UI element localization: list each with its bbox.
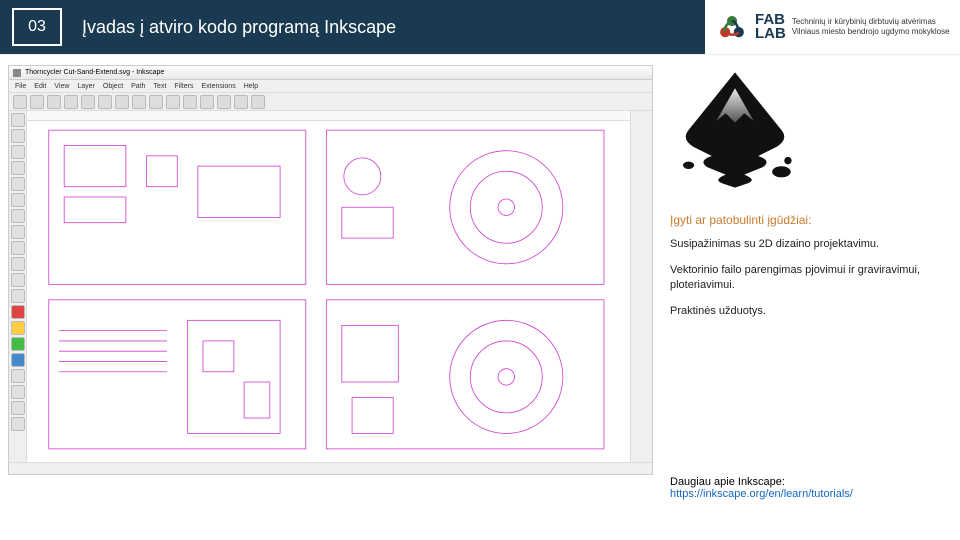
tool-icon — [11, 289, 25, 303]
menu-item: View — [54, 83, 69, 90]
toolbar-button — [64, 95, 78, 109]
tool-icon — [11, 337, 25, 351]
window-titlebar: Thorncycler Cut-Sand-Extend.svg - Inksca… — [9, 66, 652, 80]
menu-item: Layer — [77, 83, 95, 90]
screenshot-panel: Thorncycler Cut-Sand-Extend.svg - Inksca… — [0, 55, 660, 540]
logo-description: Techninių ir kūrybinių dirbtuvių atvėrim… — [792, 17, 950, 36]
menu-item: Filters — [174, 83, 193, 90]
toolbar-button — [166, 95, 180, 109]
toolbar-button — [234, 95, 248, 109]
tool-icon — [11, 369, 25, 383]
toolbar-button — [217, 95, 231, 109]
ruler — [27, 111, 630, 121]
tool-icon — [11, 129, 25, 143]
skills-heading: Įgyti ar patobulinti įgūdžiai: — [670, 213, 940, 227]
app-icon — [13, 69, 21, 77]
toolbar-button — [132, 95, 146, 109]
tool-icon — [11, 225, 25, 239]
tool-icon — [11, 305, 25, 319]
status-bar — [9, 462, 652, 474]
slide-number-text: 03 — [28, 18, 46, 36]
slide-number: 03 — [12, 8, 62, 46]
info-panel: Įgyti ar patobulinti įgūdžiai: Susipažin… — [660, 55, 960, 540]
toolbar-button — [81, 95, 95, 109]
skill-item: Praktinės užduotys. — [670, 304, 940, 318]
tutorials-link[interactable]: https://inkscape.org/en/learn/tutorials/ — [670, 488, 853, 500]
canvas — [27, 111, 630, 462]
tool-icon — [11, 321, 25, 335]
tool-icon — [11, 401, 25, 415]
slide-content: Thorncycler Cut-Sand-Extend.svg - Inksca… — [0, 55, 960, 540]
toolbar-button — [200, 95, 214, 109]
tool-icon — [11, 257, 25, 271]
menu-item: Object — [103, 83, 123, 90]
editor-body — [9, 111, 652, 462]
menu-item: Extensions — [201, 83, 235, 90]
toolbar-button — [13, 95, 27, 109]
tool-icon — [11, 241, 25, 255]
tool-icon — [11, 177, 25, 191]
toolbar-button — [47, 95, 61, 109]
menu-bar: File Edit View Layer Object Path Text Fi… — [9, 80, 652, 93]
slide-header: 03 Įvadas į atviro kodo programą Inkscap… — [0, 0, 960, 55]
slide-title: Įvadas į atviro kodo programą Inkscape — [74, 17, 396, 38]
menu-item: Help — [244, 83, 258, 90]
tool-icon — [11, 209, 25, 223]
logo-line2: LAB — [755, 27, 786, 41]
fablab-logo-text: FAB LAB — [755, 13, 786, 42]
tool-icon — [11, 161, 25, 175]
inkscape-logo-icon — [670, 65, 800, 195]
header-left: 03 Įvadas į atviro kodo programą Inkscap… — [0, 0, 705, 54]
toolbar-button — [98, 95, 112, 109]
tool-icon — [11, 193, 25, 207]
window-title: Thorncycler Cut-Sand-Extend.svg - Inksca… — [25, 69, 164, 76]
toolbar-button — [149, 95, 163, 109]
skill-item: Vektorinio failo parengimas pjovimui ir … — [670, 263, 940, 292]
vector-drawing — [41, 125, 622, 454]
more-info: Daugiau apie Inkscape: https://inkscape.… — [670, 476, 940, 500]
toolbar — [9, 93, 652, 111]
tool-icon — [11, 353, 25, 367]
toolbar-button — [183, 95, 197, 109]
tool-palette — [9, 111, 27, 462]
inkscape-screenshot: Thorncycler Cut-Sand-Extend.svg - Inksca… — [8, 65, 653, 475]
more-info-label: Daugiau apie Inkscape: — [670, 476, 785, 488]
toolbar-button — [251, 95, 265, 109]
menu-item: Text — [154, 83, 167, 90]
header-right: FAB LAB Techninių ir kūrybinių dirbtuvių… — [705, 0, 960, 54]
fablab-logo-icon — [715, 10, 749, 44]
tool-icon — [11, 417, 25, 431]
fablab-logo: FAB LAB — [715, 10, 786, 44]
toolbar-button — [30, 95, 44, 109]
toolbar-button — [115, 95, 129, 109]
right-dock — [630, 111, 652, 462]
menu-item: Edit — [34, 83, 46, 90]
menu-item: Path — [131, 83, 145, 90]
tool-icon — [11, 145, 25, 159]
menu-item: File — [15, 83, 26, 90]
tool-icon — [11, 385, 25, 399]
tool-icon — [11, 113, 25, 127]
tool-icon — [11, 273, 25, 287]
skill-item: Susipažinimas su 2D dizaino projektavimu… — [670, 237, 940, 251]
